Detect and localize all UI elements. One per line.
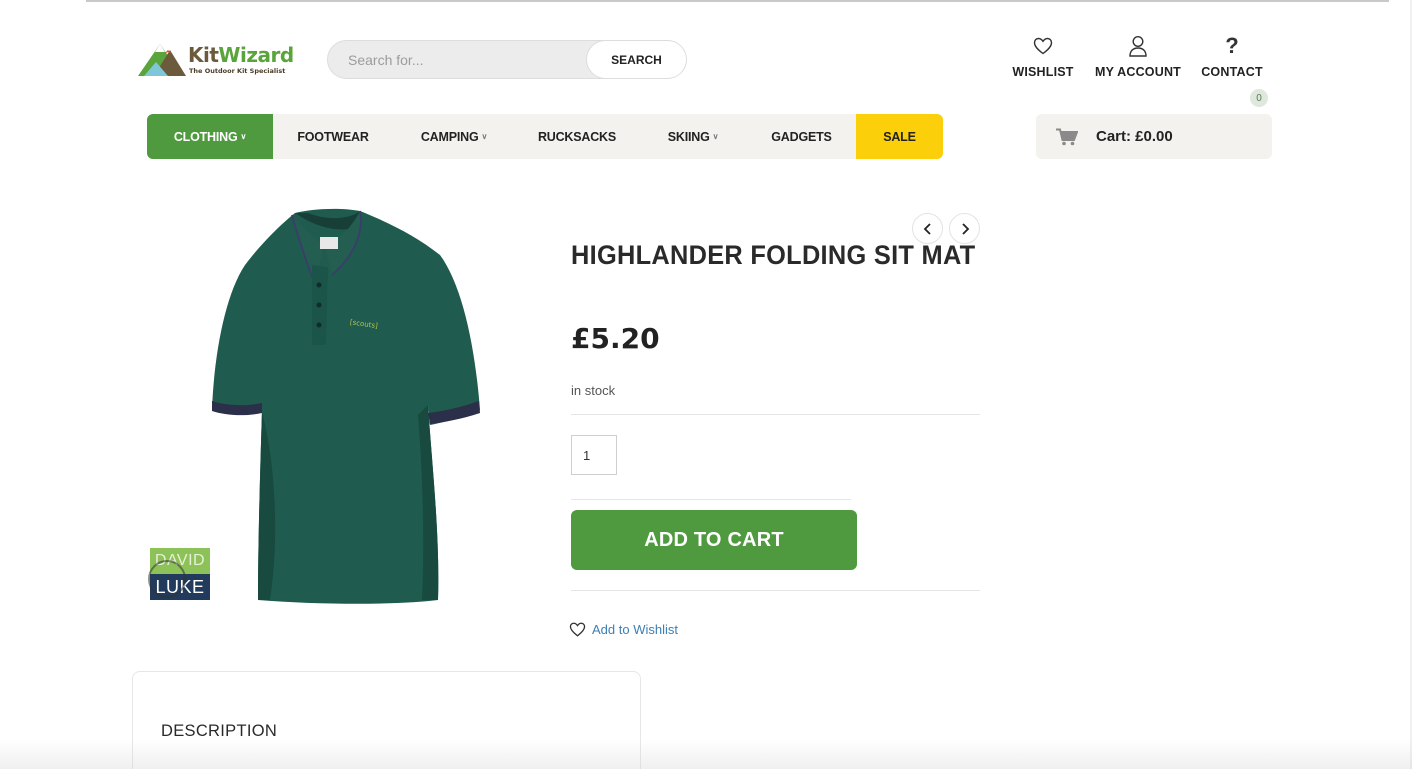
product-image[interactable]: [scouts] (200, 205, 490, 605)
nav-item-footwear[interactable]: FOOTWEAR (273, 114, 393, 159)
polo-shirt-icon: [scouts] (212, 208, 480, 604)
wishlist-label: WISHLIST (1012, 65, 1074, 79)
add-to-wishlist-label: Add to Wishlist (592, 622, 678, 637)
cart-total: Cart: £0.00 (1096, 128, 1173, 145)
product-title: HIGHLANDER FOLDING SIT MAT (571, 240, 976, 270)
main-nav: CLOTHING ∨ FOOTWEAR CAMPING ∨ RUCKSACKS SK… (147, 114, 943, 159)
heart-icon (569, 622, 586, 637)
add-to-wishlist-link[interactable]: Add to Wishlist (569, 622, 678, 637)
description-panel: DESCRIPTION (132, 671, 641, 769)
chevron-down-icon: ∨ (481, 132, 488, 141)
chevron-left-icon (923, 222, 931, 235)
chevron-right-icon (961, 222, 969, 235)
shopping-cart-icon (1056, 128, 1078, 146)
nav-item-rucksacks[interactable]: RUCKSACKS (515, 114, 639, 159)
site-logo[interactable]: KitWizard The Outdoor Kit Specialist (138, 38, 298, 80)
top-divider (86, 0, 1389, 2)
logo-tagline: The Outdoor Kit Specialist (189, 67, 286, 75)
divider (571, 499, 851, 500)
add-to-cart-button[interactable]: ADD TO CART (571, 510, 857, 570)
header-account-link[interactable]: MY ACCOUNT (1090, 34, 1186, 79)
divider (571, 590, 980, 591)
tab-description[interactable]: DESCRIPTION (161, 722, 277, 741)
badge-ring-icon (148, 560, 186, 598)
heart-icon (1033, 34, 1053, 58)
chevron-down-icon: ∨ (240, 132, 247, 141)
cart-button[interactable]: Cart: £0.00 (1036, 114, 1272, 159)
search-input[interactable] (329, 42, 585, 77)
account-label: MY ACCOUNT (1094, 65, 1182, 79)
quantity-input[interactable] (571, 435, 617, 475)
nav-item-sale[interactable]: SALE (856, 114, 943, 159)
divider (571, 414, 980, 415)
contact-label: CONTACT (1201, 65, 1263, 79)
product-price: £5.20 (571, 322, 660, 355)
chevron-down-icon: ∨ (712, 132, 719, 141)
nav-item-skiing[interactable]: SKIING ∨ (639, 114, 747, 159)
david-luke-badge: DAVID LUKE (148, 548, 210, 600)
mountain-logo-icon (138, 44, 186, 76)
logo-text: KitWizard (188, 43, 294, 67)
search-bar: SEARCH (327, 40, 687, 79)
header-contact-link[interactable]: ? CONTACT (1196, 33, 1268, 80)
user-icon (1128, 34, 1148, 58)
search-button[interactable]: SEARCH (586, 40, 687, 79)
stock-status: in stock (571, 383, 616, 398)
nav-item-camping[interactable]: CAMPING ∨ (393, 114, 515, 159)
nav-item-clothing[interactable]: CLOTHING ∨ (147, 114, 273, 159)
question-icon: ? (1225, 33, 1239, 58)
header-wishlist-link[interactable]: WISHLIST (1006, 34, 1080, 79)
cart-count-badge: 0 (1250, 89, 1268, 107)
nav-item-gadgets[interactable]: GADGETS (747, 114, 856, 159)
